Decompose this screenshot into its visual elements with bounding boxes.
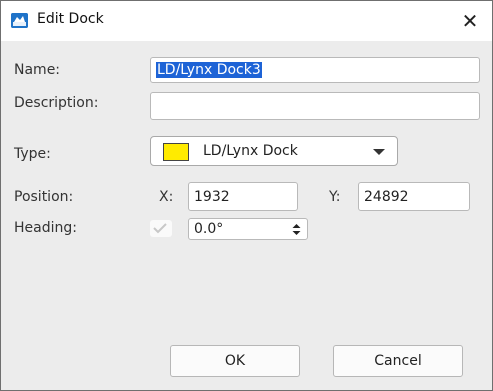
spinner-arrows-icon[interactable] [292, 223, 301, 239]
x-label: X: [159, 189, 174, 205]
heading-checkbox[interactable] [150, 220, 172, 237]
type-dropdown-value: LD/Lynx Dock [203, 143, 298, 159]
name-field[interactable]: LD/Lynx Dock3 [150, 57, 480, 83]
y-label: Y: [329, 189, 341, 205]
heading-spinner[interactable]: 0.0° [188, 218, 308, 240]
y-field[interactable]: 24892 [358, 182, 470, 211]
description-label: Description: [14, 95, 99, 111]
dock-app-icon [11, 13, 28, 28]
heading-spinner-value: 0.0° [194, 221, 224, 237]
edit-dock-dialog: Edit Dock ✕ Name: LD/Lynx Dock3 Descript… [0, 0, 493, 391]
name-label: Name: [14, 62, 61, 78]
type-label: Type: [14, 146, 51, 162]
ok-button[interactable]: OK [170, 345, 300, 377]
dialog-title: Edit Dock [37, 11, 104, 27]
title-bar: Edit Dock ✕ [1, 1, 492, 41]
chevron-down-icon[interactable] [373, 149, 385, 155]
name-field-value: LD/Lynx Dock3 [156, 62, 262, 78]
type-dropdown[interactable]: LD/Lynx Dock [150, 136, 398, 166]
heading-label: Heading: [14, 220, 77, 236]
type-color-swatch [163, 143, 189, 161]
x-field[interactable]: 1932 [188, 182, 298, 211]
position-label: Position: [14, 189, 74, 205]
close-icon[interactable]: ✕ [448, 1, 492, 41]
description-field[interactable] [150, 92, 480, 120]
cancel-button[interactable]: Cancel [333, 345, 463, 377]
